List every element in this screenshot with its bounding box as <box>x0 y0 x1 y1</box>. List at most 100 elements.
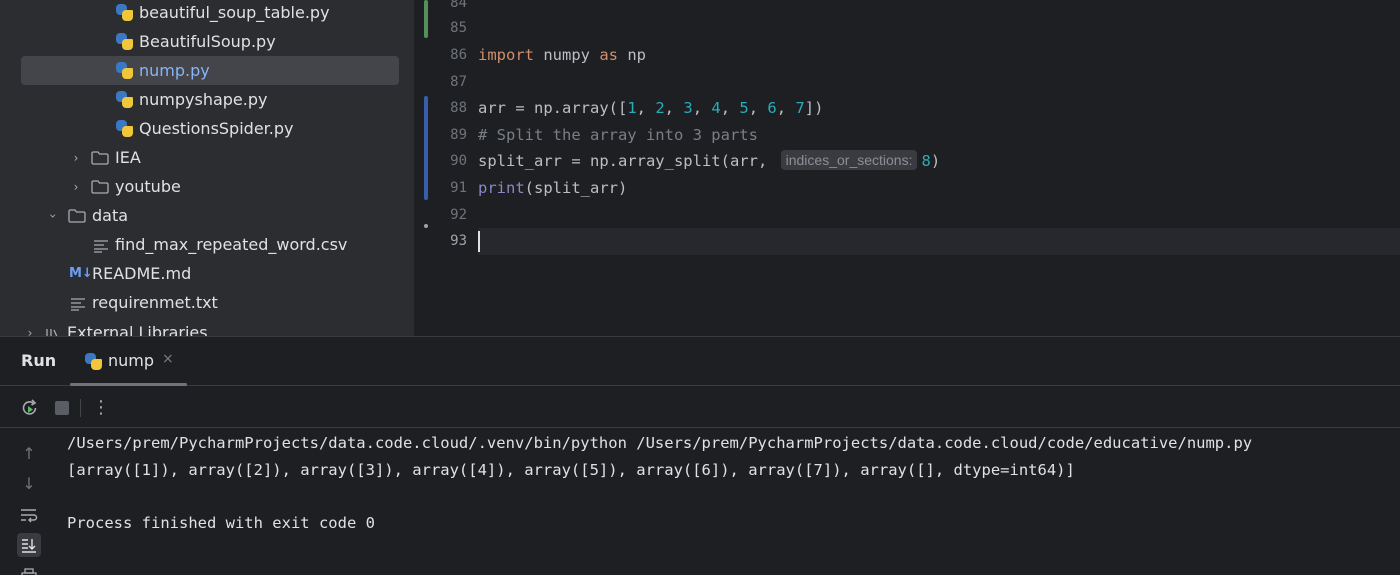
line-number: 86 <box>450 47 467 63</box>
console-output[interactable]: /Users/prem/PycharmProjects/data.code.cl… <box>67 429 1400 575</box>
code-token: np <box>618 46 646 64</box>
tree-item-label: data <box>92 206 129 225</box>
run-side-toolbar: ↑ ↓ <box>0 429 58 575</box>
chevron-down-icon[interactable]: › <box>46 209 60 223</box>
code-area[interactable]: import numpy as np arr = np.array([1, 2,… <box>478 0 1400 336</box>
text-caret <box>478 231 480 252</box>
tree-item-numpyshape[interactable]: numpyshape.py <box>116 85 267 114</box>
code-line-91[interactable]: print(split_arr) <box>478 175 627 202</box>
console-line: /Users/prem/PycharmProjects/data.code.cl… <box>67 434 1253 452</box>
run-toolbar: ⋮ <box>0 387 1400 428</box>
line-number: 88 <box>450 100 467 116</box>
number-literal: 1 <box>627 99 637 117</box>
python-file-icon <box>116 120 133 137</box>
code-line-86[interactable]: import numpy as np <box>478 42 646 69</box>
tree-item-label: numpyshape.py <box>139 90 268 109</box>
code-line-88[interactable]: arr = np.array([1, 2, 3, 4, 5, 6, 7]) <box>478 95 823 122</box>
run-tool-window: Run nump × ⋮ ↑ ↓ /Users/prem/PycharmProj… <box>0 336 1400 575</box>
tree-item-data[interactable]: › data <box>46 201 128 230</box>
code-line-90[interactable]: split_arr = np.array_split(arr, indices_… <box>478 148 940 175</box>
python-file-icon <box>85 353 102 370</box>
python-file-icon <box>116 91 133 108</box>
builtin-print: print <box>478 179 525 197</box>
run-tab-label: nump <box>108 351 155 370</box>
code-token: numpy <box>534 46 600 64</box>
line-number: 89 <box>450 127 467 143</box>
line-number: 90 <box>450 153 467 169</box>
tree-item-label: External Libraries <box>67 323 208 336</box>
console-line: Process finished with exit code 0 <box>67 514 375 532</box>
tree-item-find-max-repeated-word[interactable]: find_max_repeated_word.csv <box>93 230 347 259</box>
code-token: , <box>720 99 740 117</box>
number-literal: 3 <box>683 99 693 117</box>
line-number: 91 <box>450 180 467 196</box>
number-literal: 4 <box>711 99 721 117</box>
line-number: 85 <box>450 20 467 36</box>
folder-icon <box>91 179 109 194</box>
tree-item-external-libraries[interactable]: › External Libraries <box>23 318 208 336</box>
tree-item-beautifulsoup[interactable]: BeautifulSoup.py <box>116 27 276 56</box>
python-file-icon <box>116 33 133 50</box>
text-file-icon <box>70 296 86 311</box>
number-literal: 5 <box>739 99 749 117</box>
project-tree-panel: beautiful_soup_table.py BeautifulSoup.py… <box>0 0 414 336</box>
chevron-right-icon[interactable]: › <box>23 326 37 337</box>
tree-item-beautiful-soup-table[interactable]: beautiful_soup_table.py <box>116 0 330 27</box>
tree-item-requirenmet[interactable]: requirenmet.txt <box>70 288 218 317</box>
tree-item-youtube[interactable]: › youtube <box>69 172 181 201</box>
tree-item-questionsspider[interactable]: QuestionsSpider.py <box>116 114 293 143</box>
line-number: 87 <box>450 74 467 90</box>
markdown-file-icon: M↓ <box>69 266 93 281</box>
arrow-up-icon[interactable]: ↑ <box>17 441 41 465</box>
chevron-right-icon[interactable]: › <box>69 180 83 194</box>
editor-gutter: 84 85 86 87 88 89 90 91 92 93 <box>415 0 475 336</box>
tree-item-label: BeautifulSoup.py <box>139 32 276 51</box>
close-icon[interactable]: × <box>162 351 174 367</box>
tree-item-label: README.md <box>92 264 192 283</box>
scroll-to-end-icon[interactable] <box>17 533 41 557</box>
code-token: , <box>748 99 768 117</box>
line-number-current: 93 <box>450 233 467 249</box>
chevron-right-icon[interactable]: › <box>69 151 83 165</box>
text-file-icon <box>93 238 109 253</box>
folder-icon <box>91 150 109 165</box>
number-literal: 2 <box>655 99 665 117</box>
active-tab-indicator <box>70 383 187 386</box>
tree-item-label: QuestionsSpider.py <box>139 119 294 138</box>
python-file-icon <box>116 62 133 79</box>
line-number: 92 <box>450 207 467 223</box>
keyword-as: as <box>599 46 618 64</box>
tree-item-iea[interactable]: › IEA <box>69 143 141 172</box>
tree-item-nump[interactable]: nump.py <box>116 56 210 85</box>
console-line: [array([1]), array([2]), array([3]), arr… <box>67 461 1075 479</box>
tree-item-label: nump.py <box>139 61 210 80</box>
more-options-icon[interactable]: ⋮ <box>90 397 112 419</box>
keyword-import: import <box>478 46 534 64</box>
number-literal: 7 <box>795 99 805 117</box>
code-line-89-comment[interactable]: # Split the array into 3 parts <box>478 122 758 149</box>
library-icon <box>45 326 61 336</box>
number-literal: 8 <box>921 152 931 170</box>
print-icon[interactable] <box>17 563 41 575</box>
code-editor[interactable]: 84 85 86 87 88 89 90 91 92 93 import num… <box>415 0 1400 336</box>
tree-item-readme[interactable]: M↓ README.md <box>69 259 191 288</box>
code-token: , <box>636 99 656 117</box>
soft-wrap-icon[interactable] <box>17 503 41 527</box>
stop-icon[interactable] <box>51 397 73 419</box>
tree-item-label: beautiful_soup_table.py <box>139 3 330 22</box>
code-token: , <box>776 99 796 117</box>
code-token: , <box>664 99 684 117</box>
rerun-icon[interactable] <box>19 397 41 419</box>
code-token: , <box>692 99 712 117</box>
fold-marker-icon[interactable] <box>424 224 428 228</box>
code-token: ) <box>930 152 941 170</box>
code-token: ]) <box>804 99 824 117</box>
tree-item-label: find_max_repeated_word.csv <box>115 235 348 254</box>
code-token: (split_arr) <box>524 179 628 197</box>
toolbar-divider <box>80 399 81 417</box>
run-tab-nump[interactable]: nump × <box>70 337 187 386</box>
tree-item-label: IEA <box>115 148 141 167</box>
tree-item-label: requirenmet.txt <box>92 293 218 312</box>
tree-item-label: youtube <box>115 177 181 196</box>
arrow-down-icon[interactable]: ↓ <box>17 471 41 495</box>
